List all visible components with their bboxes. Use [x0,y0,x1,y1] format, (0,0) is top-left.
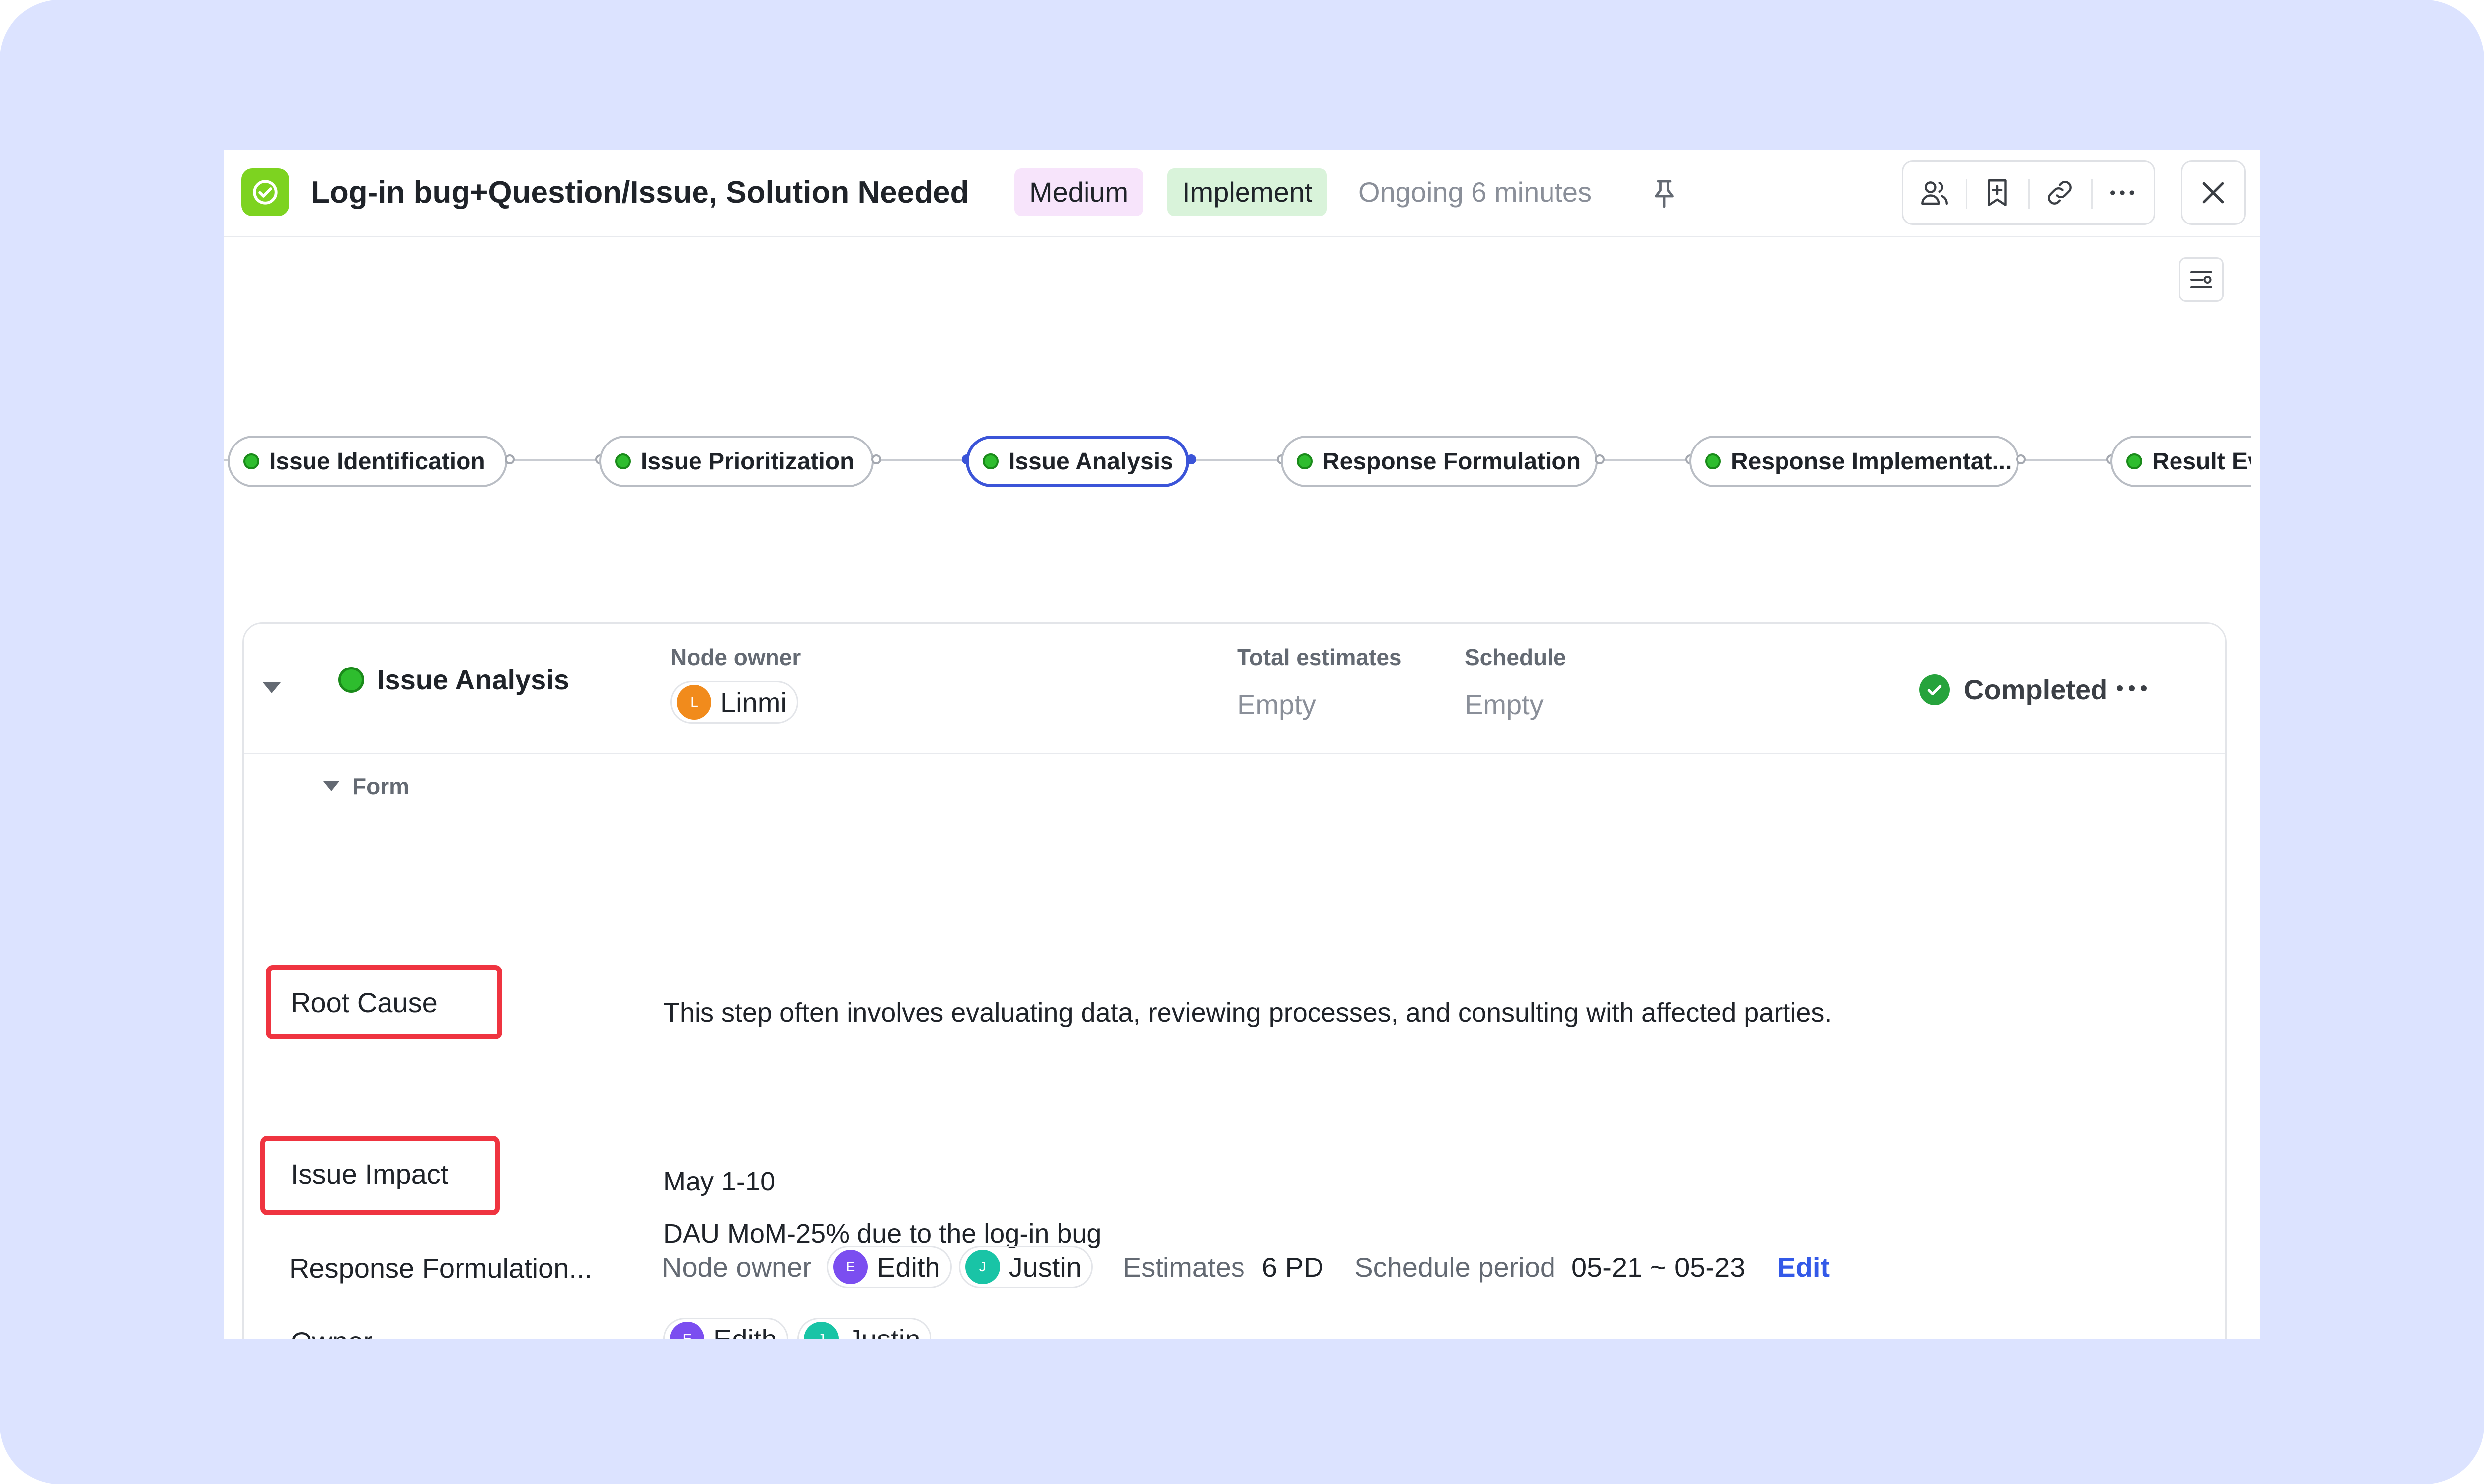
members-icon[interactable] [1903,162,1966,223]
schedule-label: Schedule [1465,644,1566,670]
close-icon [2202,182,2224,204]
node-title-label: Issue Analysis [377,664,570,695]
response-node-owner-label: Node owner [662,1251,812,1283]
root-cause-value[interactable]: This step often involves evaluating data… [663,997,1832,1028]
person-name: Justin [848,1323,921,1340]
view-settings-button[interactable] [2179,257,2224,302]
response-formulation-row: Response Formulation... [289,1252,592,1284]
workflow-diagram: Issue Identification Issue Prioritizatio… [224,429,2251,493]
flow-node-response-implementation[interactable]: Response Implementat... [1689,436,2019,487]
pin-icon[interactable] [1646,175,1682,211]
person-chip[interactable]: J Justin [797,1318,932,1339]
flow-node-label: Issue Identification [269,448,485,475]
backdrop: Log-in bug+Question/Issue, Solution Need… [0,0,2484,1484]
flow-node-label: Issue Prioritization [641,448,854,475]
owner-value[interactable]: E Edith J Justin [663,1318,932,1339]
flow-node-issue-analysis[interactable]: Issue Analysis [966,436,1189,487]
total-estimates-label: Total estimates [1237,644,1402,670]
flow-port [2016,454,2026,464]
avatar: E [670,1322,704,1339]
check-circle-icon [1919,674,1950,705]
flow-node-result-evaluation[interactable]: Result Ev [2110,436,2251,487]
avatar: J [804,1322,839,1339]
node-status-dot [615,453,631,469]
root-cause-label: Root Cause [291,987,438,1018]
node-status-dot [983,453,999,469]
collapse-chevron-icon[interactable] [263,682,281,693]
person-name: Justin [1009,1251,1082,1283]
estimates-label: Estimates [1122,1251,1245,1283]
person-chip[interactable]: L Linmi [670,681,798,724]
person-chip[interactable]: E Edith [663,1318,788,1339]
node-status-dot [1705,453,1721,469]
avatar: E [833,1250,868,1284]
edit-link[interactable]: Edit [1777,1251,1830,1283]
schedule-period-label: Schedule period [1354,1251,1556,1283]
status-duration: Ongoing 6 minutes [1358,176,1592,208]
node-status-dot [1297,453,1313,469]
flow-port [505,454,515,464]
flow-node-label: Response Formulation [1322,448,1581,475]
more-icon[interactable] [2091,162,2154,223]
flow-node-issue-prioritization[interactable]: Issue Prioritization [599,436,874,487]
task-panel: Log-in bug+Question/Issue, Solution Need… [224,150,2260,1339]
stage-tag[interactable]: Implement [1167,168,1327,216]
flow-node-issue-identification[interactable]: Issue Identification [228,436,507,487]
close-button[interactable] [2181,160,2246,225]
bookmark-add-icon[interactable] [1966,162,2028,223]
panel-header: Log-in bug+Question/Issue, Solution Need… [224,150,2260,237]
form-section-toggle[interactable]: Form [323,773,409,800]
form-section-label: Form [352,773,409,799]
avatar: J [965,1250,1000,1284]
node-status-dot [2126,453,2142,469]
link-icon[interactable] [2028,162,2091,223]
node-detail-card: Issue Analysis Node owner L Linmi Total … [242,622,2227,1339]
owner-label: Owner [291,1326,373,1339]
node-detail-header: Issue Analysis Node owner L Linmi Total … [244,624,2225,754]
estimates-value: 6 PD [1261,1251,1324,1283]
settings-sliders-icon [2190,271,2212,288]
response-formulation-label: Response Formulation... [289,1253,593,1284]
flow-node-label: Response Implementat... [1731,448,2012,475]
task-title: Log-in bug+Question/Issue, Solution Need… [311,175,969,210]
person-name: Edith [876,1251,940,1283]
node-status-dot [243,453,259,469]
issue-impact-value-line1[interactable]: May 1-10 [663,1166,775,1197]
header-toolbar [1902,160,2155,225]
person-name: Edith [713,1323,777,1340]
issue-impact-value-line2[interactable]: DAU MoM-25% due to the log-in bug [663,1218,1101,1249]
completion-status-label: Completed [1964,674,2108,705]
completion-status[interactable]: Completed [1919,673,2107,706]
schedule-period-value: 05-21 ~ 05-23 [1571,1251,1746,1283]
flow-node-response-formulation[interactable]: Response Formulation [1281,436,1598,487]
schedule-value[interactable]: Empty [1465,688,1544,721]
flow-port [1186,454,1196,464]
flow-node-label: Issue Analysis [1009,448,1173,475]
avatar: L [677,685,711,720]
more-icon[interactable] [2112,678,2152,698]
node-owner-label: Node owner [670,644,801,670]
chevron-down-icon [323,781,339,791]
total-estimates-value[interactable]: Empty [1237,688,1316,721]
person-name: Linmi [720,686,787,718]
flow-port [871,454,881,464]
person-chip[interactable]: J Justin [958,1246,1093,1288]
flow-port [1595,454,1605,464]
node-title: Issue Analysis [338,664,569,696]
task-check-icon [241,168,289,216]
flow-node-label: Result Ev [2152,448,2251,475]
priority-tag[interactable]: Medium [1014,168,1144,216]
node-owner[interactable]: L Linmi [670,681,798,724]
person-chip[interactable]: E Edith [826,1246,952,1288]
node-status-dot [338,667,364,693]
response-formulation-summary: Node owner E Edith J Justin Estimates 6 … [662,1246,1830,1288]
issue-impact-label: Issue Impact [291,1158,449,1189]
